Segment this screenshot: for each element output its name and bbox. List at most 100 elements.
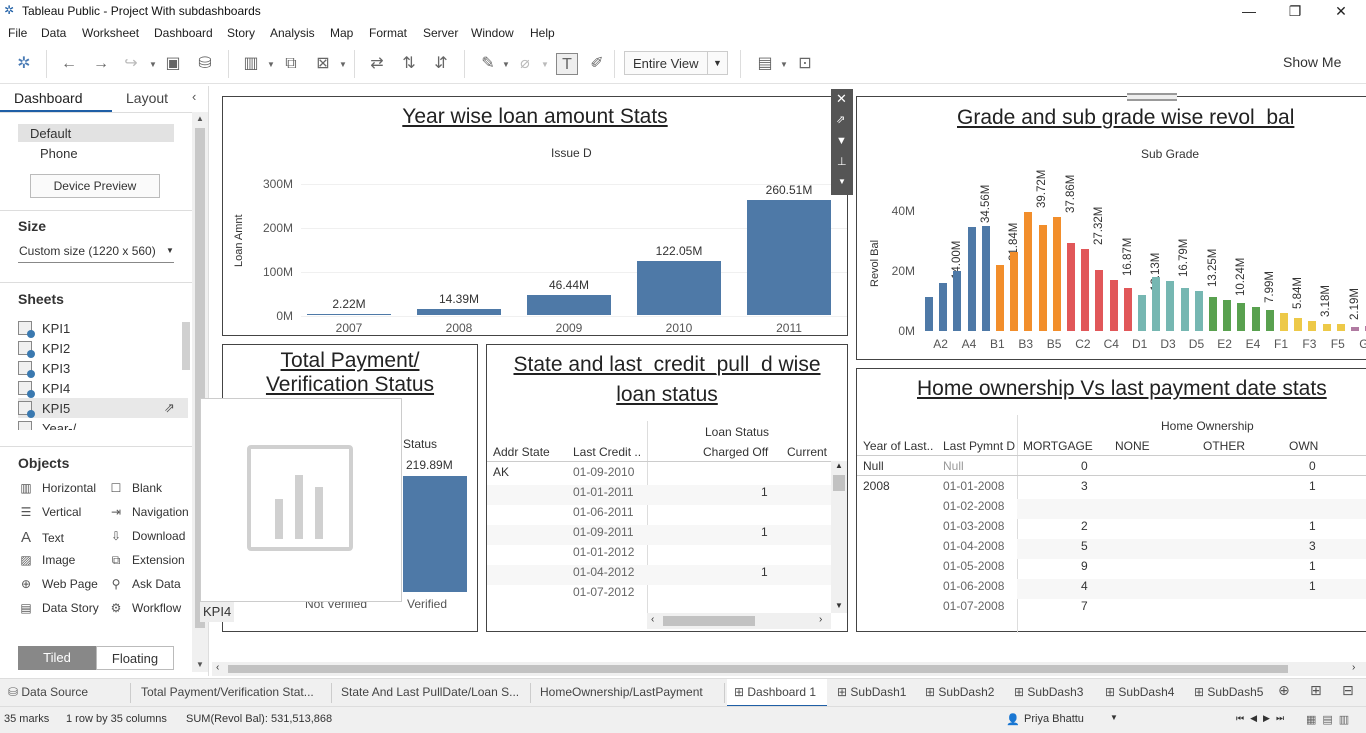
bar[interactable]: [925, 296, 933, 331]
chevron-down-icon[interactable]: ▼: [1110, 713, 1118, 722]
new-data-source-icon[interactable]: ⛁: [194, 53, 216, 75]
show-mark-labels-icon[interactable]: T: [556, 53, 578, 75]
presentation-mode-icon[interactable]: ⊡: [794, 53, 816, 75]
scroll-thumb[interactable]: [663, 616, 755, 626]
duplicate-icon[interactable]: ⧉: [280, 53, 302, 75]
save-icon[interactable]: ▣: [162, 53, 184, 75]
menu-data[interactable]: Data: [41, 26, 66, 40]
sheet-item-kpi4[interactable]: KPI4: [18, 378, 188, 398]
bar[interactable]: [1138, 294, 1146, 331]
scroll-left-icon[interactable]: ‹: [651, 614, 654, 625]
menu-map[interactable]: Map: [330, 26, 353, 40]
tab-dashboard[interactable]: Dashboard: [14, 90, 83, 106]
sheet-item-kpi2[interactable]: KPI2: [18, 338, 188, 358]
sort-descending-icon[interactable]: ⇵: [430, 53, 452, 75]
scroll-right-icon[interactable]: ›: [1352, 662, 1355, 673]
menu-window[interactable]: Window: [471, 26, 514, 40]
bar[interactable]: [939, 283, 948, 331]
new-worksheet-icon[interactable]: ⊕: [1278, 682, 1290, 699]
tab-home-ownership[interactable]: HomeOwnership/LastPayment: [540, 685, 703, 699]
scroll-down-icon[interactable]: ▼: [196, 660, 204, 669]
object-ask-data[interactable]: ⚲ Ask Data: [108, 577, 181, 591]
tiled-button[interactable]: Tiled: [18, 646, 96, 670]
sheet-item-year[interactable]: Year-/: [18, 418, 188, 430]
scroll-down-icon[interactable]: ▼: [835, 601, 843, 610]
restore-button[interactable]: ❐: [1272, 0, 1318, 22]
bar[interactable]: [1095, 269, 1104, 331]
bar[interactable]: [527, 294, 611, 315]
highlight-icon[interactable]: ✎: [477, 53, 499, 75]
chevron-down-icon[interactable]: ▼: [149, 60, 157, 69]
show-cards-icon[interactable]: ▤: [754, 53, 776, 75]
filter-icon[interactable]: ▼: [836, 135, 847, 147]
scroll-thumb[interactable]: [833, 475, 845, 491]
tab-subdash1[interactable]: ⊞ SubDash1: [837, 685, 906, 699]
object-web-page[interactable]: ⊕ Web Page: [18, 577, 98, 591]
state-credit-panel[interactable]: State and last_credit_pull_d wise loan s…: [486, 344, 848, 632]
tab-subdash5[interactable]: ⊞ SubDash5: [1194, 685, 1263, 699]
tableau-home-icon[interactable]: ✲: [13, 53, 35, 75]
redo-icon[interactable]: →: [90, 53, 112, 75]
bar[interactable]: [1209, 296, 1217, 331]
drag-handle[interactable]: [1127, 93, 1177, 101]
object-horizontal[interactable]: ▥ Horizontal: [18, 481, 96, 495]
bar[interactable]: [1308, 321, 1317, 331]
bar[interactable]: [1280, 313, 1288, 331]
bar[interactable]: [996, 265, 1004, 331]
dashboard-horizontal-scrollbar[interactable]: ‹ ›: [212, 662, 1366, 676]
go-to-sheet-icon[interactable]: ⇗: [164, 400, 175, 416]
tab-data-source[interactable]: ⛁ Data Source: [8, 685, 88, 699]
bar[interactable]: [1109, 280, 1118, 331]
sheet-item-kpi5[interactable]: KPI5 ⇗: [18, 398, 188, 418]
chevron-down-icon[interactable]: ▼: [267, 60, 275, 69]
object-vertical[interactable]: ☰ Vertical: [18, 505, 82, 519]
fix-axes-icon[interactable]: ✐: [586, 53, 608, 75]
bar[interactable]: [953, 271, 962, 331]
object-data-story[interactable]: ▤ Data Story: [18, 601, 98, 615]
floating-button[interactable]: Floating: [96, 646, 174, 670]
menu-analysis[interactable]: Analysis: [270, 26, 315, 40]
bar[interactable]: [1251, 307, 1260, 331]
bar[interactable]: [1351, 326, 1359, 331]
bar[interactable]: [417, 308, 501, 315]
minimize-button[interactable]: —: [1226, 0, 1272, 22]
tab-layout[interactable]: Layout: [126, 90, 168, 106]
chevron-down-icon[interactable]: ▼: [166, 246, 174, 255]
fit-dropdown[interactable]: Entire View ▼: [624, 51, 728, 75]
new-worksheet-icon[interactable]: ▥: [240, 53, 262, 75]
tab-subdash2[interactable]: ⊞ SubDash2: [925, 685, 994, 699]
bar[interactable]: [1336, 324, 1345, 331]
bar[interactable]: [967, 227, 976, 331]
new-story-icon[interactable]: ⊟: [1342, 682, 1354, 699]
menu-dashboard[interactable]: Dashboard: [154, 26, 213, 40]
go-to-sheet-icon[interactable]: ⇗: [836, 113, 845, 126]
bar[interactable]: [1180, 287, 1189, 331]
menu-file[interactable]: File: [8, 26, 27, 40]
object-blank[interactable]: ☐ Blank: [108, 481, 162, 495]
show-me-button[interactable]: Show Me: [1283, 54, 1341, 70]
device-phone[interactable]: Phone: [40, 146, 78, 161]
device-default[interactable]: Default: [30, 126, 71, 141]
bar[interactable]: [981, 226, 990, 331]
bar[interactable]: [1152, 277, 1161, 331]
clear-sheet-icon[interactable]: ⊠: [312, 53, 334, 75]
bar[interactable]: [747, 200, 831, 315]
bar[interactable]: [1265, 310, 1274, 331]
object-download[interactable]: ⇩ Download: [108, 529, 185, 543]
bar[interactable]: [1294, 317, 1303, 331]
remove-icon[interactable]: ✕: [836, 91, 847, 107]
horizontal-scrollbar[interactable]: ‹ ›: [647, 613, 831, 629]
collapse-pane-icon[interactable]: ‹: [192, 89, 196, 104]
bar[interactable]: [1237, 302, 1246, 331]
pin-icon[interactable]: ⊥: [837, 155, 847, 168]
bar[interactable]: [637, 261, 721, 315]
object-image[interactable]: ▨ Image: [18, 553, 75, 567]
user-name[interactable]: Priya Bhattu: [1024, 713, 1084, 725]
vertical-scrollbar[interactable]: ▲ ▼: [831, 461, 847, 613]
object-extension[interactable]: ⧉ Extension: [108, 553, 185, 568]
bar[interactable]: [1166, 280, 1175, 331]
object-workflow[interactable]: ⚙ Workflow: [108, 601, 182, 615]
device-preview-button[interactable]: Device Preview: [30, 174, 160, 198]
tab-state-pulldate[interactable]: State And Last PullDate/Loan S...: [341, 685, 519, 699]
scroll-left-icon[interactable]: ‹: [216, 662, 219, 673]
